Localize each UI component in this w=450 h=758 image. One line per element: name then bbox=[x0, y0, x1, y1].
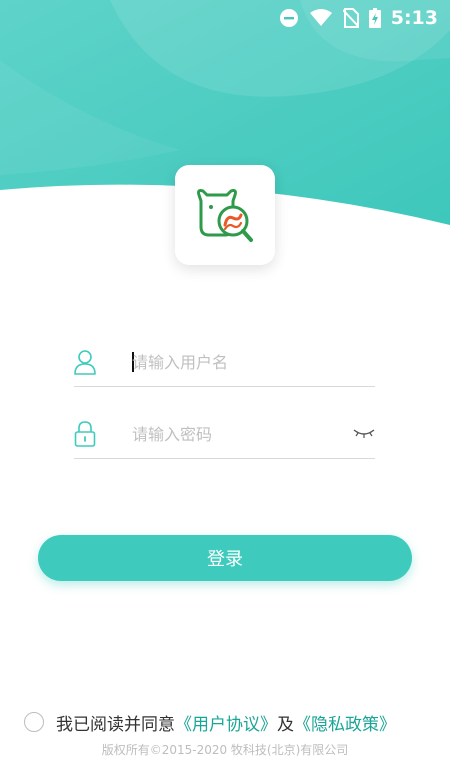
copyright-text: 版权所有©2015-2020 牧科技(北京)有限公司 bbox=[101, 743, 349, 757]
password-input[interactable] bbox=[132, 420, 332, 448]
privacy-policy-link[interactable]: 《隐私政策》 bbox=[294, 710, 396, 735]
agreement-row: 我已阅读并同意 《用户协议》 及 《隐私政策》 bbox=[24, 709, 396, 735]
username-input[interactable] bbox=[132, 348, 332, 376]
app-logo bbox=[175, 165, 275, 265]
status-time: 5:13 bbox=[390, 7, 438, 29]
eye-closed-icon[interactable] bbox=[353, 426, 375, 440]
user-icon bbox=[74, 350, 96, 375]
battery-icon bbox=[368, 8, 381, 28]
wifi-icon bbox=[309, 9, 333, 27]
agreement-conjunction: 及 bbox=[277, 714, 294, 735]
agree-checkbox[interactable] bbox=[24, 712, 44, 732]
login-button[interactable]: 登录 bbox=[38, 535, 412, 581]
minus-circle-icon bbox=[279, 8, 299, 28]
username-row bbox=[74, 340, 375, 387]
no-sim-icon bbox=[342, 8, 359, 28]
agreement-prefix: 我已阅读并同意 bbox=[56, 714, 175, 735]
cow-search-logo bbox=[197, 189, 253, 242]
password-row bbox=[74, 412, 375, 459]
status-bar: 5:13 bbox=[0, 0, 450, 36]
user-agreement-link[interactable]: 《用户协议》 bbox=[175, 710, 277, 735]
lock-icon bbox=[74, 421, 96, 447]
